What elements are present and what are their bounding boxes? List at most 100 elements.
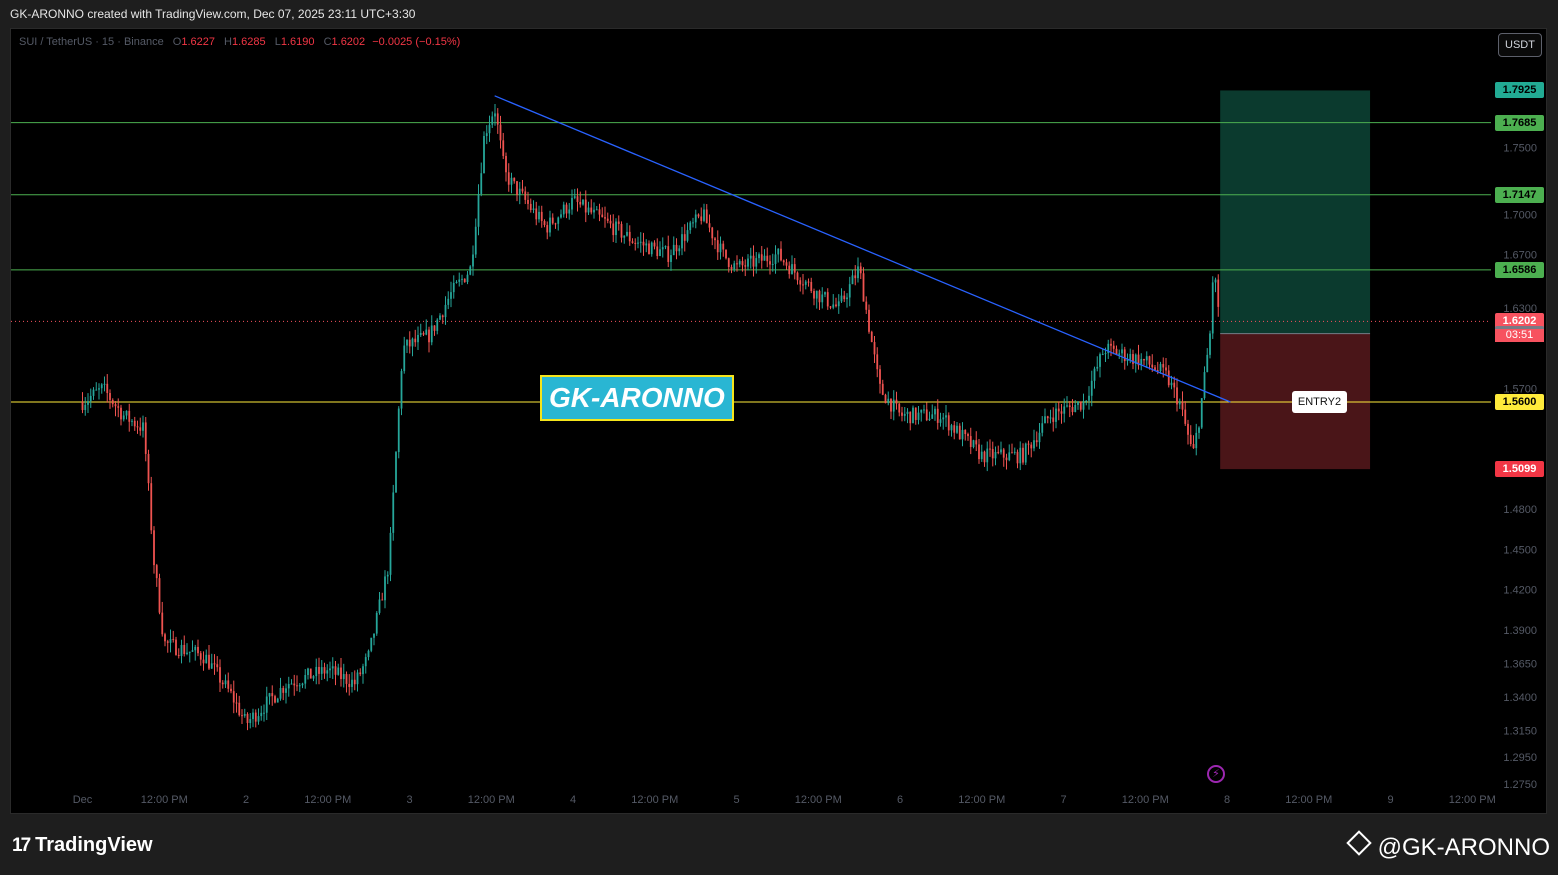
candle-body: [766, 255, 769, 262]
candle-body: [260, 712, 263, 717]
candle: [532, 200, 535, 214]
candle: [890, 398, 892, 419]
candle-body: [912, 407, 914, 424]
candle: [832, 294, 835, 310]
candle-body: [389, 532, 392, 575]
candle: [408, 331, 411, 354]
author-tag[interactable]: @GK-ARONNO: [1345, 830, 1550, 862]
candle: [133, 416, 136, 431]
time-tick-label: 3: [406, 794, 412, 806]
candle: [430, 315, 433, 346]
candle: [997, 445, 1000, 455]
candle-body: [334, 666, 337, 675]
candle-body: [997, 451, 1000, 453]
candle: [1217, 274, 1220, 317]
candle: [824, 291, 826, 298]
candle-body: [513, 177, 516, 182]
candle-body: [1085, 400, 1088, 402]
symbol-info[interactable]: SUI / TetherUS · 15 · Binance: [19, 36, 164, 48]
candle: [686, 222, 689, 243]
candle-body: [879, 369, 881, 384]
candle: [598, 203, 601, 222]
candle: [139, 417, 142, 436]
candle: [474, 218, 477, 258]
candle: [1165, 358, 1167, 375]
candle-body: [246, 713, 249, 723]
candle: [573, 188, 576, 200]
candle: [615, 218, 617, 244]
candle: [1055, 403, 1057, 429]
candle: [626, 222, 628, 237]
candle: [540, 205, 543, 228]
candle: [260, 705, 263, 721]
diamond-icon: [1345, 830, 1372, 856]
candle-body: [664, 246, 667, 248]
candle-body: [604, 217, 606, 219]
candle: [1041, 416, 1044, 437]
candle-body: [271, 693, 274, 697]
candle-body: [1082, 401, 1085, 410]
candle-body: [414, 338, 417, 343]
candle: [722, 240, 725, 257]
candle-body: [466, 274, 469, 283]
candle-body: [521, 188, 524, 192]
candle-body: [1090, 380, 1093, 396]
candle: [378, 591, 381, 615]
price-tick-label: 1.4200: [1503, 585, 1537, 597]
candle: [257, 708, 260, 725]
candle-body: [914, 407, 917, 420]
candle-body: [870, 331, 873, 343]
candle-body: [1187, 423, 1189, 435]
candle: [155, 563, 158, 587]
candle: [386, 571, 389, 585]
candle: [736, 255, 738, 272]
candle: [557, 216, 560, 231]
candle: [364, 653, 367, 674]
candle: [1093, 366, 1096, 389]
price-tag: 1.7147: [1495, 186, 1544, 203]
currency-button[interactable]: USDT: [1498, 33, 1542, 57]
candle: [1077, 400, 1079, 410]
candle-body: [175, 639, 177, 655]
candle: [213, 654, 216, 675]
candle: [433, 325, 436, 336]
chart-pane[interactable]: 1.7500 1.7000 1.6700 1.6300 1.5700 1.4800 1.45…: [10, 28, 1547, 814]
candle-body: [705, 209, 708, 224]
candle-body: [373, 633, 375, 638]
candle: [400, 368, 403, 416]
candle: [419, 323, 422, 338]
candle-body: [430, 325, 433, 343]
brand-text-label[interactable]: GK-ARONNO: [540, 375, 734, 421]
bolt-icon[interactable]: ⚡: [1207, 765, 1225, 783]
entry-label[interactable]: ENTRY2: [1292, 391, 1347, 413]
candle-body: [694, 214, 697, 223]
candle: [546, 221, 549, 240]
candle-body: [1013, 451, 1016, 453]
price-chart[interactable]: 1.75001.70001.67001.63001.57001.48001.45…: [11, 29, 1546, 813]
candle: [499, 115, 502, 149]
candle: [1052, 407, 1055, 432]
candle-body: [400, 371, 403, 409]
candle-body: [854, 275, 857, 279]
tradingview-logo[interactable]: 17 TradingView: [12, 834, 153, 857]
candle: [903, 407, 906, 422]
candle-body: [950, 425, 953, 431]
candle-body: [796, 272, 799, 281]
candle: [95, 382, 98, 391]
candle-body: [846, 297, 848, 300]
candle-body: [144, 422, 147, 454]
candle-body: [1170, 382, 1173, 386]
candle: [854, 265, 857, 286]
candle-body: [375, 612, 378, 634]
close-key: C: [323, 36, 332, 48]
candle: [463, 278, 466, 283]
candle-body: [744, 265, 747, 267]
candle-body: [417, 334, 419, 343]
candle: [348, 674, 351, 696]
candle-body: [232, 691, 235, 703]
candle-body: [549, 217, 551, 233]
candle: [576, 188, 579, 212]
time-tick-label: 12:00 PM: [141, 794, 188, 806]
candle-body: [392, 492, 395, 533]
candle-body: [829, 306, 832, 308]
